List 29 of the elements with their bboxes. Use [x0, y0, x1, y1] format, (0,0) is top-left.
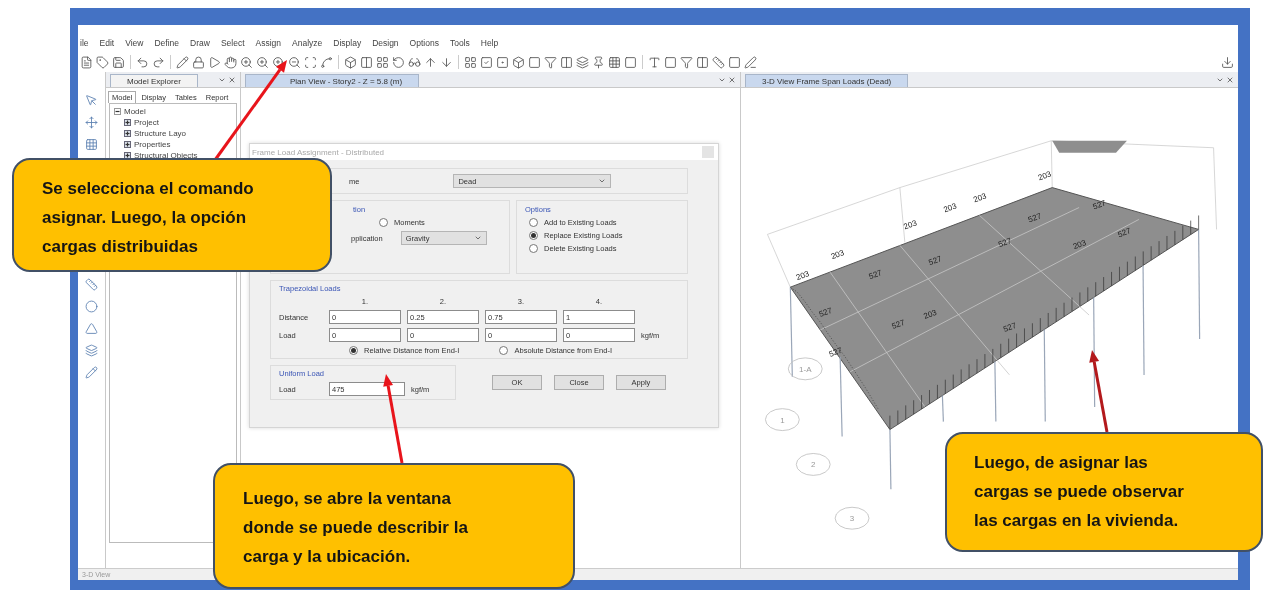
- view-tab[interactable]: Plan View - Story2 - Z = 5.8 (m): [245, 74, 420, 87]
- dialog-title: Frame Load Assignment - Distributed: [252, 147, 385, 157]
- callout-note: Luego, de asignar las cargas se puede observar las cargas en la vivienda.: [945, 432, 1263, 552]
- menu-item[interactable]: Design: [372, 38, 399, 48]
- menu-item[interactable]: Tools: [449, 38, 470, 48]
- menu-item[interactable]: Draw: [190, 38, 210, 48]
- menu-item[interactable]: Select: [220, 38, 245, 48]
- grid-bubble: 1: [765, 408, 800, 431]
- grid-bubble: 3: [834, 506, 870, 530]
- menu-item[interactable]: Options: [409, 38, 439, 48]
- callout-note: Luego, se abre la ventana donde se puede describir la carga y la ubicación.: [213, 463, 575, 589]
- tree-item[interactable]: Project: [134, 118, 159, 127]
- grid-bubble: 1-A: [787, 357, 823, 381]
- tree-item[interactable]: Model: [124, 107, 146, 116]
- callout-note: Se selecciona el comando asignar. Luego, la opción cargas distribuidas: [12, 158, 332, 272]
- menu-item[interactable]: ile: [80, 38, 89, 48]
- menu-item[interactable]: View: [125, 38, 144, 48]
- menu-item[interactable]: Edit: [99, 38, 115, 48]
- menu-item[interactable]: Display: [333, 38, 362, 48]
- tree-item[interactable]: Properties: [134, 140, 171, 149]
- tree-item[interactable]: Structural Objects: [134, 151, 198, 160]
- menu-item[interactable]: Help: [480, 38, 499, 48]
- menu-item[interactable]: Define: [154, 38, 180, 48]
- view-tab[interactable]: 3-D View Frame Span Loads (Dead): [745, 74, 909, 87]
- tree-item[interactable]: Structure Layo: [134, 129, 187, 138]
- panel-tab[interactable]: Model Explorer: [110, 74, 198, 87]
- grid-bubble: 2: [795, 453, 831, 476]
- menu-item[interactable]: Analyze: [292, 38, 323, 48]
- menu-item[interactable]: Assign: [255, 38, 281, 48]
